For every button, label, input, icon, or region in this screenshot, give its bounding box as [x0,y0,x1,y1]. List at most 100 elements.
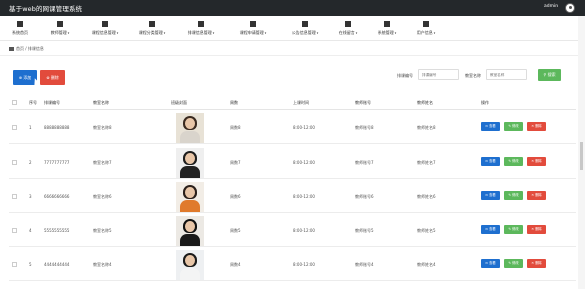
col-time: 上课时间 [293,100,309,105]
nav-item-teacher[interactable]: 教师管理▾ [42,16,78,41]
edit-button[interactable]: ✎ 修改 [504,259,523,268]
delete-button[interactable]: ⊗ 删除 [40,70,65,85]
photo-body [180,200,200,212]
cell-room: 教室名称4 [93,262,112,267]
cell-code: 6666666666 [44,194,70,199]
search-button[interactable]: ⚲ 搜索 [538,69,561,81]
row-checkbox[interactable] [12,125,17,130]
cell-code: 8888888888 [44,125,70,130]
row-delete-button[interactable]: ✕ 删除 [527,122,546,131]
row-delete-button[interactable]: ✕ 删除 [527,259,546,268]
cell-code: 4444444444 [44,262,70,267]
nav-item-userinfo[interactable]: 用户信息▾ [411,16,441,41]
cell-name: 教师姓名5 [417,228,436,233]
select-all-checkbox[interactable] [12,100,17,105]
edit-button[interactable]: ✎ 修改 [504,157,523,166]
chevron-down-icon: ▾ [67,31,70,35]
row-delete-button[interactable]: ✕ 删除 [527,157,546,166]
grid-icon [149,21,155,27]
cell-week: 周数7 [230,160,241,165]
delete-label: 删除 [535,261,542,265]
nav-label: 课程申请管理▾ [239,30,267,35]
nav-label: 排课信息管理▾ [187,30,215,35]
view-label: 查看 [489,261,496,265]
photo-face [185,118,195,129]
nav-label: 课程分类管理▾ [138,30,166,35]
view-button[interactable]: ⊙ 查看 [481,157,500,166]
col-week: 周数 [230,100,238,105]
table-header: 序号 排课编号 教室名称 班级封面 周数 上课时间 教师账号 教师姓名 操作 [9,95,576,110]
cell-index: 2 [29,160,32,165]
edit-button[interactable]: ✎ 修改 [504,225,523,234]
divider [0,55,585,56]
cell-account: 教师账号8 [355,125,374,130]
col-room: 教室名称 [93,100,109,105]
chevron-down-icon: ▾ [394,31,397,35]
photo-face [185,255,195,266]
chevron-down-icon: ▾ [316,31,319,35]
home-icon [17,21,23,27]
cover-photo [176,148,204,178]
nav-item-message[interactable]: 在线留言▾ [333,16,363,41]
col-cover: 班级封面 [171,100,187,105]
nav-item-notice[interactable]: 公告信息管理▾ [283,16,327,41]
cell-week: 周数4 [230,262,241,267]
row-checkbox[interactable] [12,228,17,233]
cell-index: 5 [29,262,32,267]
row-checkbox[interactable] [12,160,17,165]
cell-index: 4 [29,228,32,233]
chevron-down-icon: ▾ [212,31,215,35]
cell-week: 周数8 [230,125,241,130]
nav-item-application[interactable]: 课程申请管理▾ [231,16,275,41]
nav-item-home[interactable]: 系统首页 [5,16,35,41]
cell-time: 8:00-12:00 [293,228,315,233]
view-button[interactable]: ⊙ 查看 [481,225,500,234]
breadcrumb-home[interactable]: 首页 [16,46,24,51]
search-input-code[interactable] [418,69,459,80]
search-button-label: 搜索 [547,72,556,77]
row-delete-button[interactable]: ✕ 删除 [527,191,546,200]
cell-time: 8:00-12:00 [293,160,315,165]
cell-index: 3 [29,194,32,199]
row-checkbox[interactable] [12,194,17,199]
photo-body [180,268,200,280]
search-label-room: 教室名称 [465,73,481,78]
avatar[interactable] [565,3,575,13]
edit-button[interactable]: ✎ 修改 [504,191,523,200]
search-input-room[interactable] [486,69,527,80]
view-button[interactable]: ⊙ 查看 [481,191,500,200]
photo-body [180,166,200,178]
calendar-icon [423,21,429,27]
row-checkbox[interactable] [12,262,17,267]
cover-photo [176,182,204,212]
scrollbar-thumb[interactable] [580,142,583,170]
grid-icon [384,21,390,27]
view-label: 查看 [489,159,496,163]
cover-photo [176,250,204,280]
table-row: 4 5555555555 教室名称5 周数5 8:00-12:00 教师账号5 教师姓名5 ⊙… [9,213,576,247]
view-button[interactable]: ⊙ 查看 [481,122,500,131]
edit-button[interactable]: ✎ 修改 [504,122,523,131]
view-button[interactable]: ⊙ 查看 [481,259,500,268]
cell-room: 教室名称5 [93,228,112,233]
cover-photo [176,113,204,143]
nav-item-schedule[interactable]: 排课信息管理▾ [179,16,223,41]
nav-item-category[interactable]: 课程分类管理▾ [131,16,173,41]
table-row: 5 4444444444 教室名称4 周数4 8:00-12:00 教师账号4 教师姓名4 ⊙… [9,247,576,281]
cover-photo [176,216,204,246]
scrollbar[interactable] [578,16,585,289]
photo-body [180,234,200,246]
nav-item-system[interactable]: 系统管理▾ [372,16,402,41]
cell-name: 教师姓名7 [417,160,436,165]
row-delete-button[interactable]: ✕ 删除 [527,225,546,234]
delete-label: 删除 [535,124,542,128]
nav-label: 教师管理▾ [50,30,70,35]
edit-label: 修改 [512,261,519,265]
cell-time: 8:00-12:00 [293,262,315,267]
nav-label: 公告信息管理▾ [291,30,319,35]
edit-label: 修改 [512,159,519,163]
nav-item-course[interactable]: 课程信息管理▾ [85,16,125,41]
table-row: 3 6666666666 教室名称6 周数6 8:00-12:00 教师账号6 教师姓名6 ⊙… [9,179,576,213]
user-name[interactable]: admin [544,4,558,9]
cell-account: 教师账号4 [355,262,374,267]
